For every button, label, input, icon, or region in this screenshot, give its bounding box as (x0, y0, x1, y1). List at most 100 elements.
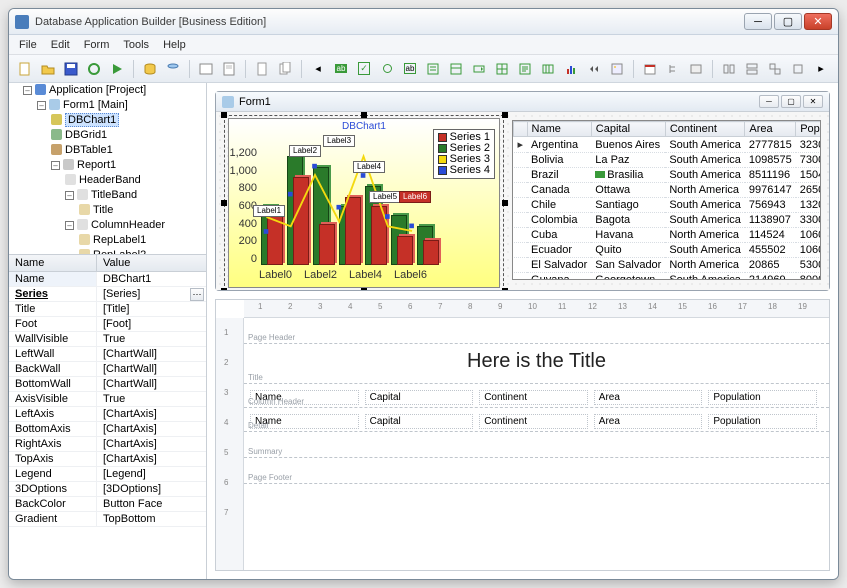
table-row[interactable]: ColombiaBagotaSouth America1138907330000… (514, 213, 822, 228)
tb-pages-icon[interactable] (275, 59, 295, 79)
tb-report-icon[interactable] (219, 59, 239, 79)
menubar: File Edit Form Tools Help (9, 35, 838, 55)
tree-dbtable1[interactable]: DBTable1 (65, 144, 113, 156)
tb-align1-icon[interactable] (719, 59, 739, 79)
tree-root[interactable]: Application [Project] (49, 84, 146, 96)
ellipsis-button[interactable]: ⋯ (190, 288, 204, 301)
band-title[interactable]: Here is the Title Title (244, 344, 829, 384)
tb-query-icon[interactable] (163, 59, 183, 79)
prop-row[interactable]: BackWall[ChartWall] (9, 362, 206, 377)
prop-row[interactable]: GradientTopBottom (9, 512, 206, 527)
tree-form[interactable]: Form1 [Main] (63, 99, 128, 111)
band-page-header[interactable]: Page Header (244, 318, 829, 344)
table-row[interactable]: El SalvadorSan SalvadorNorth America2086… (514, 258, 822, 273)
app-icon (15, 15, 29, 29)
tree-titleband[interactable]: TitleBand (91, 189, 137, 201)
tb-combo-icon[interactable] (469, 59, 489, 79)
form-close-button[interactable]: ✕ (803, 95, 823, 108)
tb-nav-icon[interactable] (584, 59, 604, 79)
tb-hlist-icon[interactable] (538, 59, 558, 79)
tb-list2-icon[interactable] (446, 59, 466, 79)
table-row[interactable]: BoliviaLa PazSouth America10985757300000 (514, 153, 822, 168)
menu-tools[interactable]: Tools (123, 39, 149, 51)
prop-row[interactable]: BottomWall[ChartWall] (9, 377, 206, 392)
tb-grid-icon[interactable] (492, 59, 512, 79)
tb-arrow-icon[interactable]: ◂ (308, 59, 328, 79)
tree-headerband[interactable]: HeaderBand (79, 174, 141, 186)
tb-align4-icon[interactable] (788, 59, 808, 79)
tb-check-icon[interactable]: ✓ (354, 59, 374, 79)
tb-align2-icon[interactable] (742, 59, 762, 79)
tb-db-icon[interactable] (140, 59, 160, 79)
tb-panel-icon[interactable] (686, 59, 706, 79)
tb-label-icon[interactable]: ab (331, 59, 351, 79)
close-button[interactable]: ✕ (804, 13, 832, 30)
maximize-button[interactable]: ▢ (774, 13, 802, 30)
table-row[interactable]: EcuadorQuitoSouth America45550210600000 (514, 243, 822, 258)
prop-row[interactable]: NameDBChart1 (9, 272, 206, 287)
form-max-button[interactable]: ▢ (781, 95, 801, 108)
prop-row[interactable]: 3DOptions[3DOptions] (9, 482, 206, 497)
menu-form[interactable]: Form (84, 39, 110, 51)
prop-row[interactable]: LeftAxis[ChartAxis] (9, 407, 206, 422)
tb-more-icon[interactable]: ▸ (811, 59, 831, 79)
band-page-footer[interactable]: Page Footer (244, 458, 829, 484)
chart-plot: Label1 Label2 Label3 Label4 Label5 Label… (259, 147, 427, 265)
table-row[interactable]: ▸ArgentinaBuenos AiresSouth America27778… (514, 137, 822, 153)
form-min-button[interactable]: ─ (759, 95, 779, 108)
tb-new-icon[interactable] (15, 59, 35, 79)
tree-columnheader[interactable]: ColumnHeader (91, 219, 165, 231)
table-row[interactable]: CubaHavanaNorth America11452410600000 (514, 228, 822, 243)
band-summary[interactable]: Summary (244, 432, 829, 458)
minimize-button[interactable]: ─ (744, 13, 772, 30)
project-tree[interactable]: –Application [Project] –Form1 [Main] DBC… (9, 83, 206, 255)
tree-dbgrid1[interactable]: DBGrid1 (65, 129, 107, 141)
prop-row[interactable]: AxisVisibleTrue (9, 392, 206, 407)
band-column-header[interactable]: Name Capital Continent Area Population C… (244, 384, 829, 408)
tb-tree-icon[interactable] (663, 59, 683, 79)
prop-row[interactable]: Title[Title] (9, 302, 206, 317)
menu-edit[interactable]: Edit (51, 39, 70, 51)
tb-cal-icon[interactable] (640, 59, 660, 79)
table-row[interactable]: BrazilBrasiliaSouth America8511196150400… (514, 168, 822, 183)
tb-open-icon[interactable] (38, 59, 58, 79)
prop-row[interactable]: LeftWall[ChartWall] (9, 347, 206, 362)
menu-help[interactable]: Help (163, 39, 186, 51)
prop-row[interactable]: WallVisibleTrue (9, 332, 206, 347)
table-row[interactable]: CanadaOttawaNorth America997614726500000 (514, 183, 822, 198)
tree-replabel1[interactable]: RepLabel1 (93, 234, 146, 246)
tree-title[interactable]: Title (93, 204, 113, 216)
tree-report1[interactable]: Report1 (77, 159, 116, 171)
table-row[interactable]: ChileSantiagoSouth America75694313200000 (514, 198, 822, 213)
prop-row[interactable]: TopAxis[ChartAxis] (9, 452, 206, 467)
tb-memo-icon[interactable] (515, 59, 535, 79)
tb-radio-icon[interactable] (377, 59, 397, 79)
tb-run-icon[interactable] (107, 59, 127, 79)
tb-image-icon[interactable] (607, 59, 627, 79)
prop-row[interactable]: BackColorButton Face (9, 497, 206, 512)
tb-align3-icon[interactable] (765, 59, 785, 79)
report-title-text[interactable]: Here is the Title (250, 350, 823, 373)
prop-row[interactable]: Series[Series]⋯ (9, 287, 206, 302)
tb-list1-icon[interactable] (423, 59, 443, 79)
dbchart1[interactable]: DBChart1 Series 1 Series 2 Series 3 Seri… (228, 118, 500, 288)
form-designer-window: Form1 ─ ▢ ✕ DBChart1 Series 1 (215, 91, 830, 291)
prop-row[interactable]: BottomAxis[ChartAxis] (9, 422, 206, 437)
prop-row[interactable]: Legend[Legend] (9, 467, 206, 482)
prop-row[interactable]: Foot[Foot] (9, 317, 206, 332)
tb-chart-icon[interactable] (561, 59, 581, 79)
prop-row[interactable]: RightAxis[ChartAxis] (9, 437, 206, 452)
tb-edit-icon[interactable]: ab (400, 59, 420, 79)
tree-dbchart1[interactable]: DBChart1 (65, 113, 119, 127)
band-detail[interactable]: Name Capital Continent Area Population D… (244, 408, 829, 432)
dbgrid1[interactable]: NameCapitalContinentAreaPopulation ▸Arge… (512, 120, 821, 280)
table-row[interactable]: GuyanaGeorgetownSouth America21496980000… (514, 273, 822, 281)
tb-save-icon[interactable] (61, 59, 81, 79)
tb-form-icon[interactable] (196, 59, 216, 79)
report-designer[interactable]: 12345678910111213141516171819 1234567 Pa… (215, 299, 830, 571)
tb-refresh-icon[interactable] (84, 59, 104, 79)
prop-header-name: Name (9, 255, 97, 271)
tb-page-icon[interactable] (252, 59, 272, 79)
property-inspector[interactable]: Name Value NameDBChart1Series[Series]⋯Ti… (9, 255, 206, 579)
menu-file[interactable]: File (19, 39, 37, 51)
